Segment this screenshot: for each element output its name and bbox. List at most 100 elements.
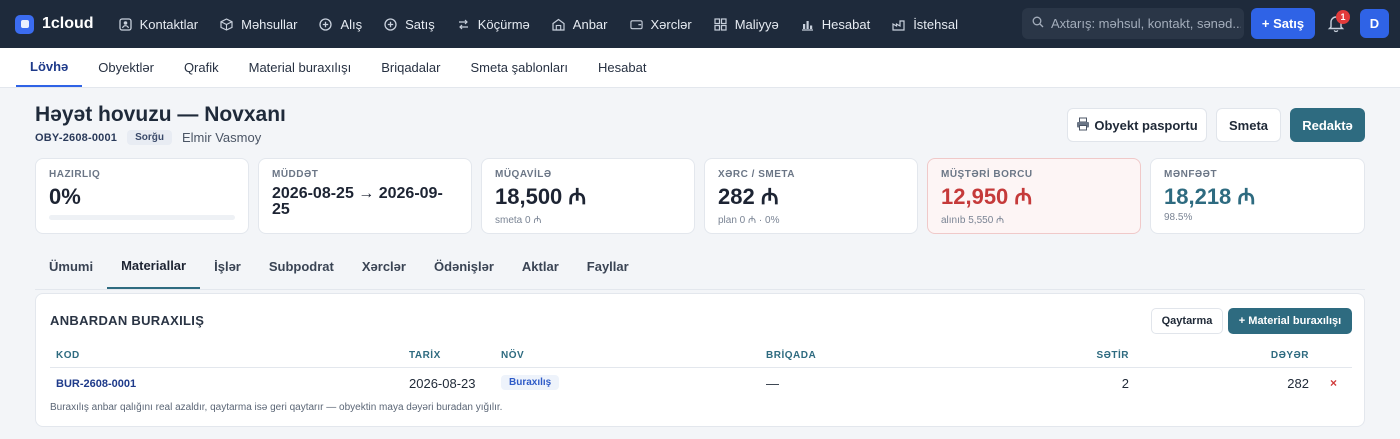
row-type-badge: Buraxılış — [501, 375, 560, 390]
quick-sale-button[interactable]: + Satış — [1251, 8, 1315, 39]
subtab-report[interactable]: Hesabat — [584, 48, 660, 87]
top-navigation: 1cloud Kontaktlar Məhsullar Alış Satış K… — [0, 0, 1400, 48]
row-value: 282 — [1287, 376, 1309, 391]
button-label: Obyekt pasportu — [1094, 117, 1198, 133]
row-code-link[interactable]: BUR-2608-0001 — [56, 378, 136, 390]
readiness-progress-bar — [49, 215, 235, 220]
nav-sale[interactable]: Satış — [373, 0, 446, 48]
object-tabs: Ümumi Materiallar İşlər Subpodrat Xərclə… — [35, 243, 1365, 290]
stats-row: HAZIRLIQ 0% MÜDDƏT 2026-08-25 → 2026-09-… — [0, 158, 1400, 235]
object-code: OBY-2608-0001 — [35, 131, 118, 144]
tab-materials[interactable]: Materiallar — [107, 243, 201, 289]
stat-value: 12,950 ₼ — [941, 184, 1033, 209]
object-header: Həyət hovuzu — Novxanı OBY-2608-0001 Sor… — [0, 88, 1400, 158]
stat-label: MƏNFƏƏT — [1164, 169, 1218, 180]
nav-label: İstehsal — [913, 16, 958, 32]
nav-expenses[interactable]: Xərclər — [619, 0, 703, 48]
tab-works[interactable]: İşlər — [200, 243, 255, 289]
nav-warehouse[interactable]: Anbar — [541, 0, 619, 48]
cloud-logo-icon — [15, 14, 34, 34]
tab-acts[interactable]: Aktlar — [508, 243, 573, 289]
stat-label: XƏRC / SMETA — [718, 169, 795, 180]
stat-value: 2026-08-25 → 2026-09-25 — [272, 185, 443, 218]
stat-sub: plan 0 ₼ · 0% — [718, 215, 780, 226]
stat-sub: smeta 0 ₼ — [495, 215, 542, 226]
return-button[interactable]: Qaytarma — [1151, 308, 1223, 334]
user-avatar[interactable]: D — [1360, 9, 1389, 38]
object-meta: OBY-2608-0001 Sorğu Elmir Vasmoy — [35, 130, 261, 145]
delete-icon[interactable]: × — [1330, 376, 1337, 390]
stat-sub: alınıb 5,550 ₼ — [941, 215, 1005, 226]
col-lines[interactable]: SƏTİR — [1096, 350, 1129, 361]
stat-profit: MƏNFƏƏT 18,218 ₼ 98.5% — [1150, 158, 1365, 234]
brand-logo[interactable]: 1cloud — [15, 14, 94, 34]
nav-label: Satış — [405, 16, 435, 32]
subtab-dashboard[interactable]: Lövhə — [16, 48, 83, 87]
object-passport-button[interactable]: Obyekt pasportu — [1067, 108, 1207, 142]
nav-finance[interactable]: Maliyyə — [703, 0, 790, 48]
page-title: Həyət hovuzu — Novxanı — [35, 103, 286, 126]
edit-button[interactable]: Redaktə — [1290, 108, 1365, 142]
subtab-estimate-templates[interactable]: Smeta şablonları — [456, 48, 582, 87]
table-header: KOD TARİX NÖV BRİQADA SƏTİR DƏYƏR — [50, 346, 1352, 368]
subtab-teams[interactable]: Briqadalar — [367, 48, 454, 87]
row-team: — — [766, 376, 779, 391]
search-input[interactable] — [1051, 16, 1241, 31]
add-material-release-button[interactable]: + Material buraxılışı — [1228, 308, 1352, 334]
grid-icon — [714, 17, 727, 31]
stat-sub: 98.5% — [1164, 212, 1193, 223]
tab-expenses[interactable]: Xərclər — [348, 243, 420, 289]
nav-report[interactable]: Hesabat — [790, 0, 881, 48]
search-icon — [1032, 16, 1044, 31]
col-code[interactable]: KOD — [56, 350, 80, 361]
col-value[interactable]: DƏYƏR — [1271, 350, 1309, 361]
transfer-icon — [457, 18, 470, 31]
tab-overview[interactable]: Ümumi — [35, 243, 107, 289]
box-icon — [220, 17, 233, 31]
tab-payments[interactable]: Ödənişlər — [420, 243, 508, 289]
stat-value: 18,218 ₼ — [1164, 184, 1256, 209]
nav-contacts[interactable]: Kontaktlar — [108, 0, 210, 48]
panel-note: Buraxılış anbar qalığını real azaldır, q… — [50, 402, 503, 413]
estimate-button[interactable]: Smeta — [1216, 108, 1281, 142]
notification-badge: 1 — [1336, 10, 1350, 24]
stat-client-debt: MÜŞTƏRİ BORCU 12,950 ₼ alınıb 5,550 ₼ — [927, 158, 1141, 234]
status-badge: Sorğu — [127, 130, 172, 145]
row-lines: 2 — [1121, 376, 1129, 391]
nav-products[interactable]: Məhsullar — [209, 0, 308, 48]
col-team[interactable]: BRİQADA — [766, 350, 816, 361]
table-row[interactable]: BUR-2608-0001 2026-08-23 Buraxılış — 2 2… — [50, 372, 1352, 396]
contacts-icon — [118, 17, 132, 31]
stat-label: HAZIRLIQ — [49, 169, 101, 180]
subtab-objects[interactable]: Obyektlər — [84, 48, 168, 87]
stat-label: MÜŞTƏRİ BORCU — [941, 169, 1033, 180]
stat-value: 0% — [49, 184, 81, 209]
plus-circle-icon — [319, 17, 333, 31]
subtab-material-release[interactable]: Material buraxılışı — [235, 48, 366, 87]
printer-icon — [1076, 117, 1090, 134]
wallet-icon — [629, 18, 643, 31]
client-name[interactable]: Elmir Vasmoy — [182, 130, 261, 145]
nav-label: Xərclər — [650, 16, 692, 32]
tab-files[interactable]: Fayllar — [573, 243, 643, 289]
nav-label: Məhsullar — [241, 16, 298, 32]
stat-label: MÜDDƏT — [272, 169, 319, 180]
nav-purchase[interactable]: Alış — [308, 0, 373, 48]
row-date: 2026-08-23 — [409, 376, 476, 391]
stat-label: MÜQAVİLƏ — [495, 169, 552, 180]
col-date[interactable]: TARİX — [409, 350, 441, 361]
global-search[interactable] — [1022, 8, 1244, 39]
nav-production[interactable]: İstehsal — [881, 0, 969, 48]
nav-label: Alış — [340, 16, 363, 32]
factory-icon — [892, 18, 905, 31]
tab-subcontract[interactable]: Subpodrat — [255, 243, 348, 289]
subtab-schedule[interactable]: Qrafik — [170, 48, 233, 87]
bar-chart-icon — [801, 18, 814, 31]
panel-title: ANBARDAN BURAXILIŞ — [50, 313, 205, 328]
stat-value: 282 ₼ — [718, 184, 779, 209]
col-type[interactable]: NÖV — [501, 350, 524, 361]
stat-duration: MÜDDƏT 2026-08-25 → 2026-09-25 — [258, 158, 472, 234]
nav-label: Anbar — [572, 16, 608, 32]
nav-label: Köçürmə — [477, 16, 530, 32]
nav-transfer[interactable]: Köçürmə — [446, 0, 541, 48]
